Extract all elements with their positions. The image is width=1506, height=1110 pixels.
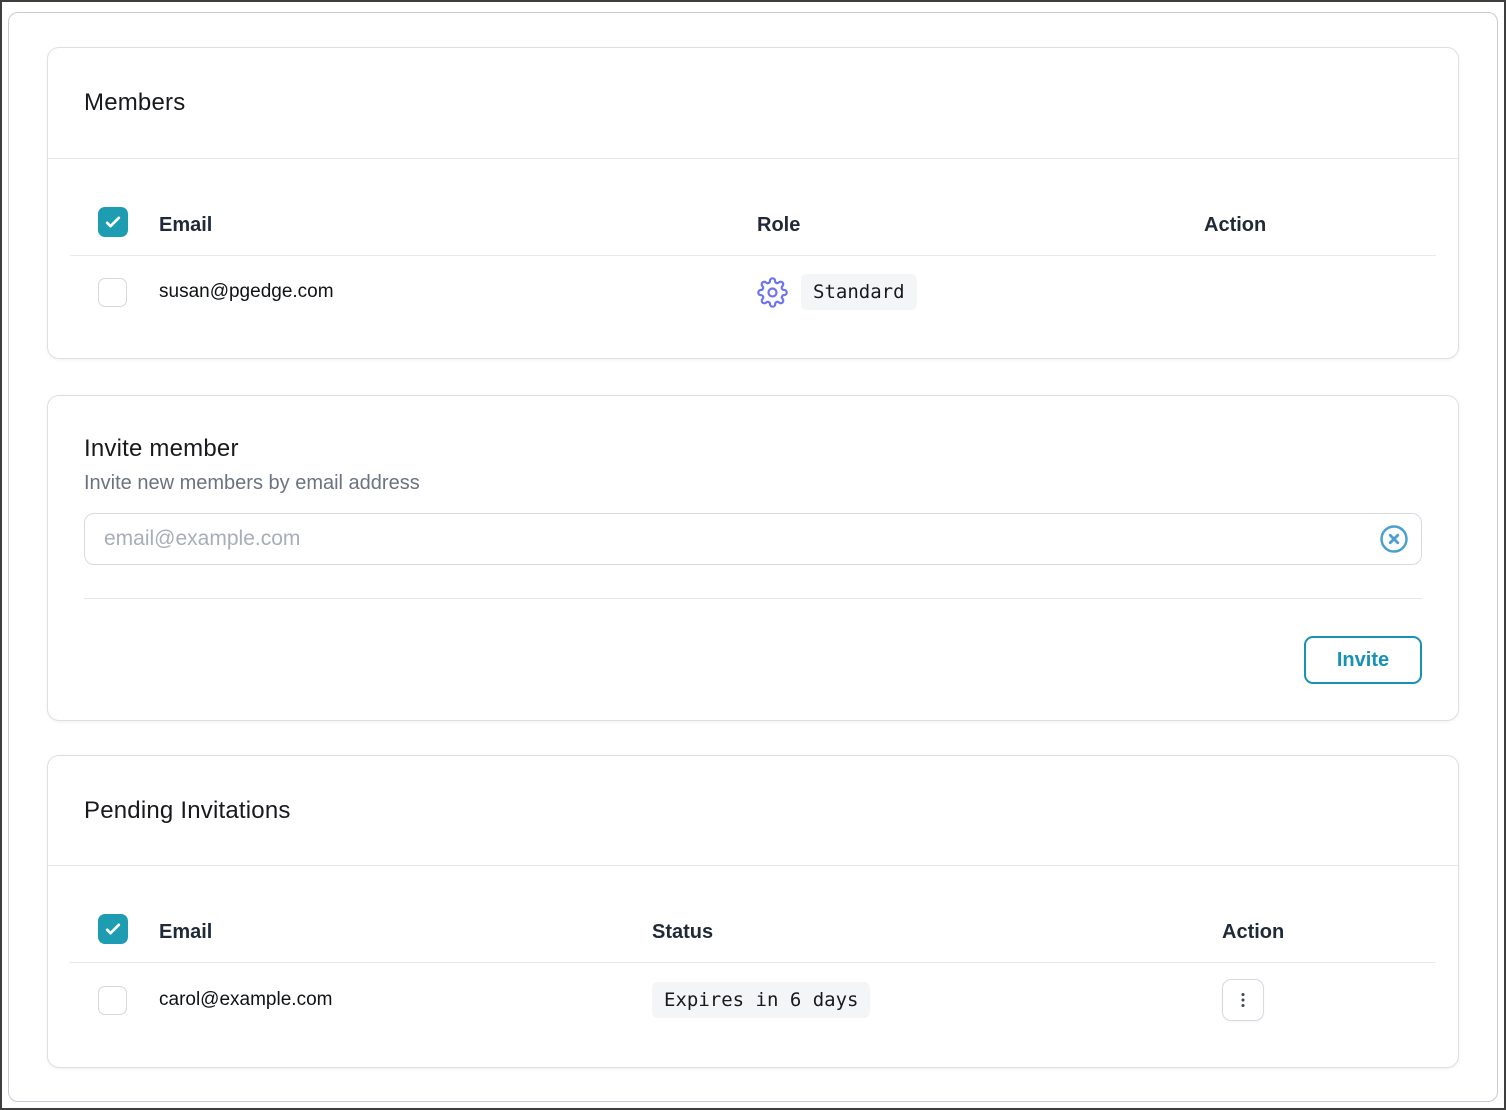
members-col-action: Action — [1204, 214, 1422, 237]
clear-input-button[interactable] — [1379, 524, 1409, 554]
invite-card-title: Invite member — [84, 396, 1422, 464]
invite-email-input[interactable] — [84, 513, 1422, 565]
pending-col-email: Email — [159, 921, 652, 944]
pending-invitations-card: Pending Invitations Email Status Action … — [47, 755, 1459, 1068]
invite-button[interactable]: Invite — [1304, 636, 1422, 684]
pending-action-cell — [1222, 979, 1422, 1021]
pending-col-status: Status — [652, 921, 1222, 944]
members-card: Members Email Role Action susan@pgedge.c… — [47, 47, 1459, 359]
members-card-header: Members — [48, 48, 1458, 159]
pending-status-cell: Expires in 6 days — [652, 982, 1222, 1018]
pending-invitation-row: carol@example.com Expires in 6 days — [48, 963, 1458, 1037]
invite-card-body: Invite member Invite new members by emai… — [48, 396, 1458, 684]
member-email: susan@pgedge.com — [159, 281, 757, 303]
members-card-title: Members — [84, 89, 185, 117]
pending-col-action: Action — [1222, 921, 1422, 944]
kebab-menu-icon — [1232, 989, 1254, 1011]
members-select-all-checkbox[interactable] — [98, 207, 128, 237]
circle-x-icon — [1379, 524, 1409, 554]
members-col-email: Email — [159, 214, 757, 237]
checkmark-icon — [103, 919, 123, 939]
member-row: susan@pgedge.com Standard — [48, 256, 1458, 328]
pending-card-title: Pending Invitations — [84, 797, 291, 825]
members-table-header: Email Role Action — [48, 159, 1458, 255]
invite-button-row: Invite — [84, 636, 1422, 684]
invite-card-subtitle: Invite new members by email address — [84, 470, 1422, 496]
checkmark-icon — [103, 212, 123, 232]
invite-footer-divider — [84, 598, 1422, 599]
pending-email: carol@example.com — [159, 989, 652, 1011]
member-role-cell: Standard — [757, 274, 1204, 310]
role-settings-gear-icon[interactable] — [757, 277, 788, 308]
pending-select-all-cell — [98, 914, 159, 944]
invite-email-input-wrap — [84, 513, 1422, 565]
members-select-all-cell — [98, 207, 159, 237]
page-container: Members Email Role Action susan@pgedge.c… — [8, 12, 1498, 1102]
pending-table-header: Email Status Action — [48, 866, 1458, 962]
member-role-badge: Standard — [801, 274, 917, 310]
pending-status-badge: Expires in 6 days — [652, 982, 870, 1018]
members-col-role: Role — [757, 214, 1204, 237]
pending-select-all-checkbox[interactable] — [98, 914, 128, 944]
pending-row-checkbox[interactable] — [98, 986, 127, 1015]
member-row-checkbox-cell — [98, 278, 159, 307]
pending-row-checkbox-cell — [98, 986, 159, 1015]
row-actions-menu-button[interactable] — [1222, 979, 1264, 1021]
pending-card-header: Pending Invitations — [48, 756, 1458, 866]
screenshot-frame: Members Email Role Action susan@pgedge.c… — [0, 0, 1506, 1110]
invite-member-card: Invite member Invite new members by emai… — [47, 395, 1459, 721]
member-row-checkbox[interactable] — [98, 278, 127, 307]
